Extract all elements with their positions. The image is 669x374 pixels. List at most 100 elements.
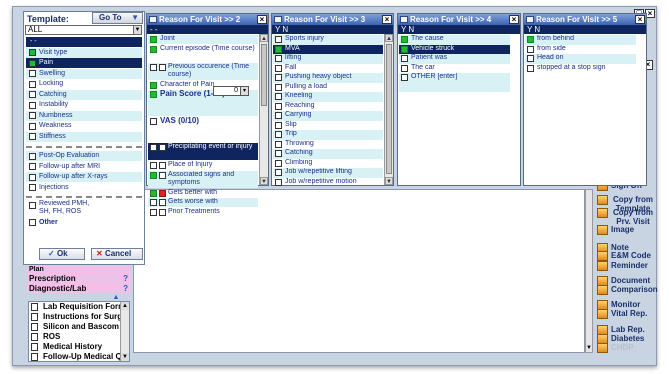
checkbox[interactable] bbox=[150, 144, 157, 151]
toolbar-button[interactable]: Comparison bbox=[597, 285, 663, 295]
checkbox[interactable] bbox=[29, 59, 36, 67]
template-item[interactable]: Pain bbox=[26, 58, 142, 68]
form-item[interactable]: Medical History bbox=[31, 342, 121, 352]
checkbox[interactable] bbox=[150, 36, 157, 43]
template-item[interactable]: Post-Op Evaluation bbox=[26, 151, 142, 161]
checkbox[interactable] bbox=[150, 171, 157, 179]
checkbox[interactable] bbox=[275, 55, 282, 62]
checkbox[interactable] bbox=[150, 162, 157, 169]
form-item[interactable]: Silicon and Bascom Su bbox=[31, 322, 121, 332]
template-filter-select[interactable]: ALL ▼ bbox=[25, 25, 142, 35]
form-item[interactable]: ROS bbox=[31, 332, 121, 342]
checkbox[interactable] bbox=[275, 112, 282, 119]
template-item[interactable]: Follow-up after MRI bbox=[26, 161, 142, 172]
checkbox[interactable] bbox=[275, 121, 282, 129]
goto-button[interactable]: Go To ▼ bbox=[92, 12, 143, 24]
reason-row[interactable]: Patient was bbox=[399, 54, 510, 64]
reason-row[interactable]: Head on bbox=[525, 54, 636, 64]
reason-row[interactable]: Reaching bbox=[273, 102, 383, 112]
plan-tab[interactable]: Plan bbox=[27, 266, 131, 273]
checkbox[interactable] bbox=[29, 133, 36, 140]
checkbox[interactable] bbox=[29, 152, 36, 160]
reason-row[interactable]: Current episode (Time course) bbox=[148, 45, 258, 62]
checkbox[interactable] bbox=[159, 208, 166, 216]
window-title-bar[interactable]: Reason For Visit >> 5 bbox=[524, 14, 646, 25]
reason-row[interactable]: Prior Treatments bbox=[148, 208, 258, 217]
scroll-thumb[interactable] bbox=[386, 44, 392, 174]
reason-row[interactable]: Sports injury bbox=[273, 35, 383, 45]
checkbox[interactable] bbox=[275, 150, 282, 157]
template-item[interactable]: Stiffness bbox=[26, 131, 142, 142]
checkbox[interactable] bbox=[150, 117, 157, 125]
scroll-down-icon[interactable]: ▼ bbox=[385, 177, 393, 185]
checkbox[interactable] bbox=[29, 219, 36, 226]
checkbox[interactable] bbox=[275, 36, 282, 43]
scroll-down-icon[interactable]: ▼ bbox=[586, 344, 592, 352]
checkbox[interactable] bbox=[275, 93, 282, 100]
stepper-arrow-icon[interactable]: ▾ bbox=[240, 87, 248, 95]
scroll-down-icon[interactable]: ▼ bbox=[121, 353, 129, 361]
reason-row[interactable]: Pushing heavy object bbox=[273, 73, 383, 83]
checkbox[interactable] bbox=[275, 64, 282, 72]
checkbox[interactable] bbox=[527, 55, 534, 62]
reason-row[interactable]: Vehicle struck bbox=[399, 44, 510, 54]
reason-row[interactable]: Gets better with bbox=[148, 189, 258, 198]
checkbox[interactable] bbox=[401, 55, 408, 62]
close-button[interactable]: × bbox=[635, 15, 645, 24]
checkbox[interactable] bbox=[275, 131, 282, 138]
scrollbar[interactable]: ▲ ▼ bbox=[259, 34, 268, 185]
template-item[interactable]: Numbness bbox=[26, 110, 142, 121]
toolbar-button[interactable]: Copy from Prv. Visit bbox=[597, 208, 663, 226]
checkbox[interactable] bbox=[150, 91, 157, 98]
form-item[interactable]: Instructions for Surgery bbox=[31, 312, 121, 322]
checkbox[interactable] bbox=[527, 64, 534, 72]
checkbox[interactable] bbox=[29, 91, 36, 98]
checkbox[interactable] bbox=[29, 184, 36, 191]
scrollbar[interactable]: ▲ ▼ bbox=[384, 34, 393, 185]
checkbox[interactable] bbox=[29, 163, 36, 170]
reason-row[interactable]: Gets worse with bbox=[148, 198, 258, 207]
toolbar-button[interactable]: Lab Rep. bbox=[597, 325, 663, 335]
reason-row[interactable]: from behind bbox=[525, 35, 636, 45]
close-button[interactable]: × bbox=[509, 15, 519, 24]
checkbox[interactable] bbox=[29, 70, 36, 77]
toolbar-button[interactable]: Diabetes bbox=[597, 334, 663, 344]
reason-row[interactable]: Precipitating event or injury bbox=[148, 143, 258, 160]
reason-row[interactable]: Climbing bbox=[273, 159, 383, 169]
checkbox[interactable] bbox=[527, 36, 534, 43]
checkbox[interactable] bbox=[159, 63, 166, 71]
close-button[interactable]: × bbox=[382, 15, 392, 24]
toolbar-button[interactable]: Document bbox=[597, 276, 663, 286]
reason-row[interactable]: Joint bbox=[148, 35, 258, 44]
toolbar-button[interactable]: E&M Code bbox=[597, 251, 663, 261]
toolbar-button[interactable]: CHDP bbox=[597, 343, 663, 353]
reason-row[interactable]: Kneeling bbox=[273, 92, 383, 102]
checkbox[interactable] bbox=[401, 45, 408, 53]
reason-row[interactable]: Place of Injury bbox=[148, 161, 258, 170]
scroll-up-icon[interactable]: ▲ bbox=[260, 34, 268, 42]
checkbox[interactable] bbox=[150, 63, 157, 71]
checkbox[interactable] bbox=[275, 74, 282, 81]
template-item[interactable]: Weakness bbox=[26, 121, 142, 131]
checkbox[interactable] bbox=[159, 171, 166, 179]
reason-row[interactable]: Pulling a load bbox=[273, 83, 383, 93]
cancel-button[interactable]: ✕ Cancel bbox=[91, 248, 143, 260]
template-item[interactable]: Follow-up after X-rays bbox=[26, 172, 142, 182]
reason-row[interactable]: Carrying bbox=[273, 111, 383, 121]
form-list-scrollbar[interactable]: ▲ ▼ bbox=[120, 302, 129, 361]
checkbox[interactable] bbox=[150, 189, 157, 197]
prescription-tab[interactable]: Prescription? bbox=[27, 274, 131, 283]
diagnostic-tab[interactable]: Diagnostic/Lab? bbox=[27, 284, 131, 293]
checkbox[interactable] bbox=[275, 83, 282, 91]
window-title-bar[interactable]: Reason For Visit >> 2 bbox=[147, 14, 268, 25]
form-item[interactable]: Follow-Up Medical Que bbox=[31, 352, 121, 362]
checkbox[interactable] bbox=[159, 162, 166, 169]
checkbox[interactable] bbox=[275, 140, 282, 148]
toolbar-button[interactable]: Monitor bbox=[597, 300, 663, 310]
reason-row[interactable]: from side bbox=[525, 45, 636, 55]
reason-row[interactable]: OTHER [enter] bbox=[399, 73, 510, 92]
template-item[interactable]: Instability bbox=[26, 100, 142, 110]
reviewed-item[interactable]: Reviewed PMH, SH, FH, ROS bbox=[29, 200, 139, 218]
checkbox[interactable] bbox=[29, 173, 36, 181]
checkbox[interactable] bbox=[275, 45, 282, 53]
